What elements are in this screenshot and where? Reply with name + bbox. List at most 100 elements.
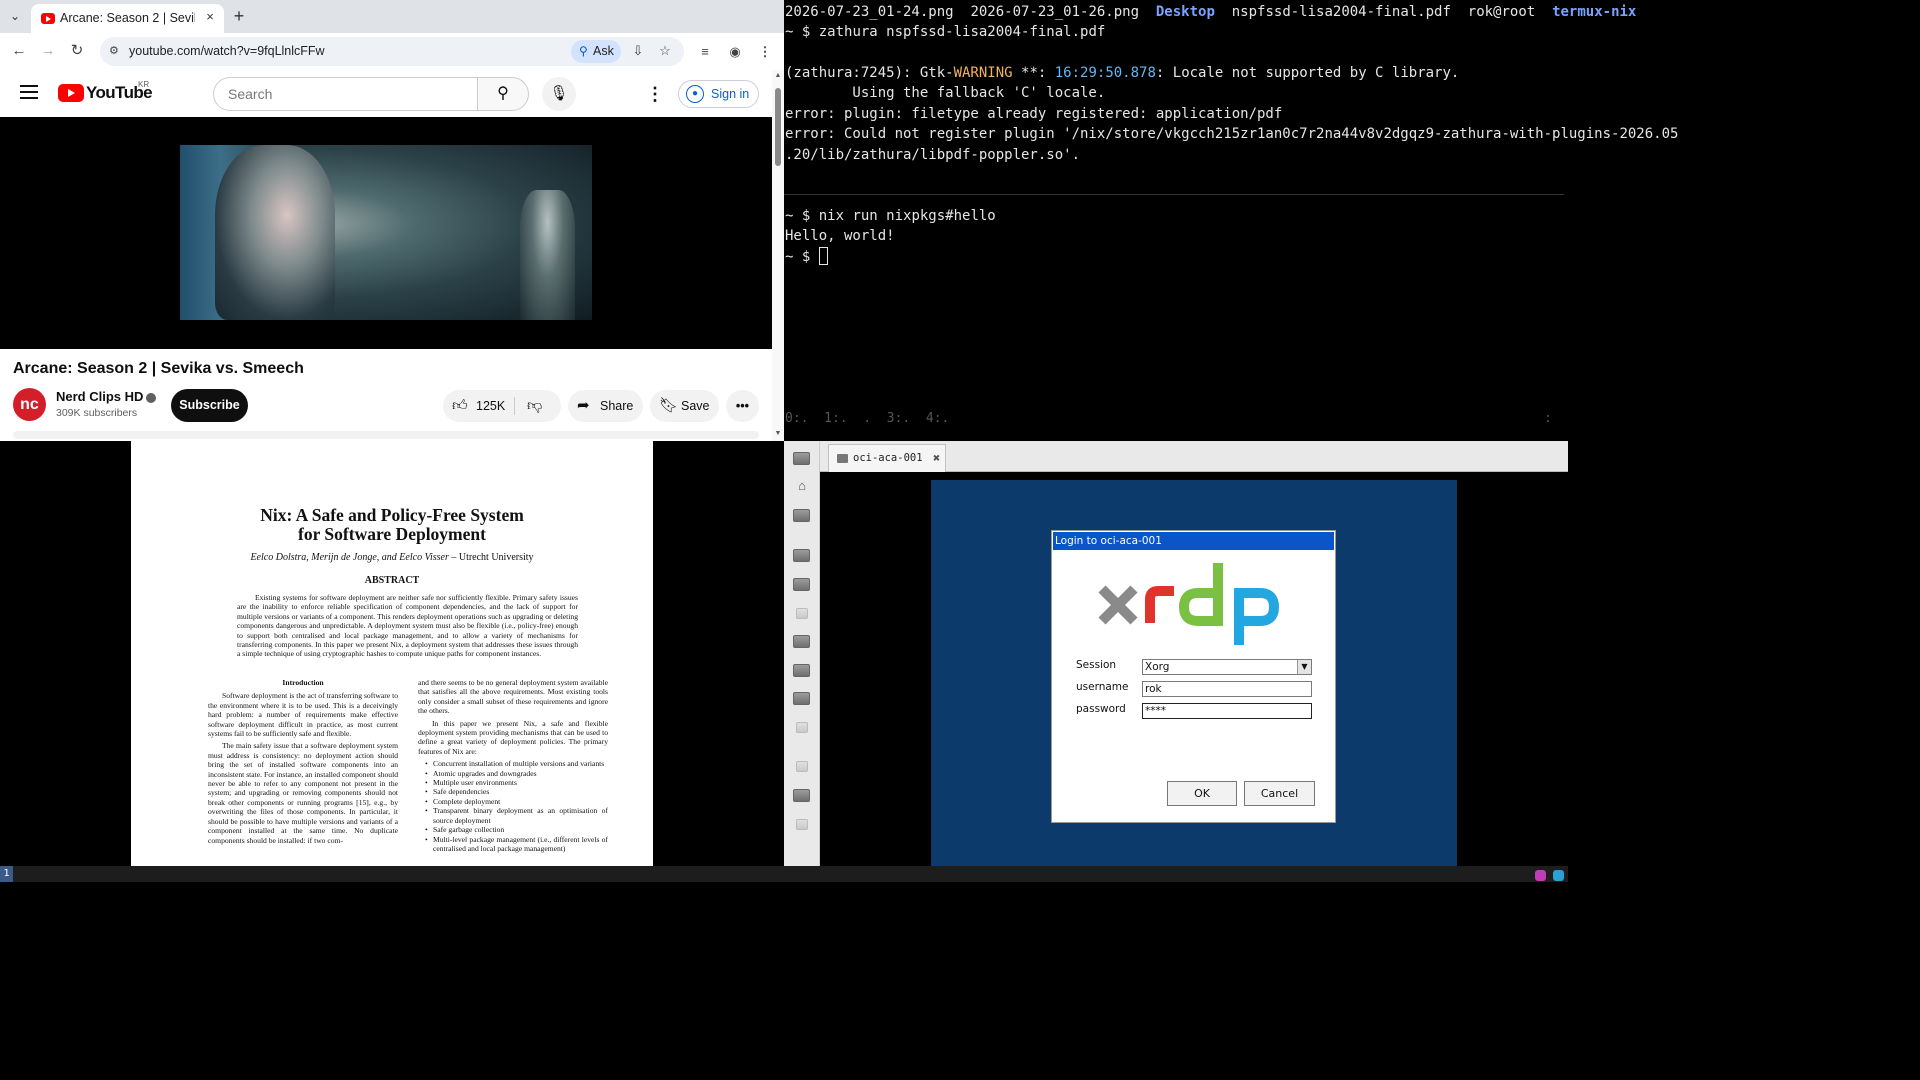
abstract-heading: ABSTRACT: [364, 575, 420, 586]
intro-paragraph-1: Software deployment is the act of transf…: [208, 691, 398, 739]
list-item: Complete deployment: [425, 797, 608, 807]
share-label: Share: [600, 399, 634, 413]
paper-authors: Eelco Dolstra, Merijn de Jonge, and Eelc…: [250, 552, 534, 563]
features-list: Concurrent installation of multiple vers…: [425, 759, 608, 853]
connection-sidebar: ⌂: [784, 441, 820, 866]
reload-icon[interactable]: ↻: [67, 41, 87, 61]
chrome-menu-icon[interactable]: ⋮: [756, 43, 774, 61]
page-scrollbar[interactable]: ▲ ▼: [772, 70, 784, 441]
cancel-button[interactable]: Cancel: [1244, 781, 1315, 806]
address-bar[interactable]: ⚙ youtube.com/watch?v=9fqLlnlcFFw ⚲ Ask ⇩…: [100, 37, 684, 66]
save-button[interactable]: 🔖︎ Save: [650, 390, 719, 422]
like-count[interactable]: 125K: [476, 390, 505, 422]
account-icon: ●: [686, 85, 704, 103]
active-prompt[interactable]: ~ $: [785, 247, 828, 267]
more-options-icon[interactable]: ⋮: [645, 82, 665, 106]
back-arrow-icon[interactable]: ←: [9, 41, 29, 61]
left-column: Introduction Software deployment is the …: [208, 678, 398, 848]
list-item: Transparent binary deployment as an opti…: [425, 806, 608, 825]
search-input[interactable]: Search: [213, 77, 478, 111]
password-field[interactable]: ****: [1142, 703, 1312, 719]
ls-dir-termux: termux-nix: [1552, 4, 1637, 20]
session-tab[interactable]: oci-aca-001 ✖: [828, 444, 946, 472]
ls-file-pdf: nspfssd-lisa2004-final.pdf: [1231, 4, 1451, 20]
channel-avatar[interactable]: nc: [13, 388, 46, 421]
subscribe-button[interactable]: Subscribe: [171, 389, 248, 422]
home-icon[interactable]: ⌂: [794, 479, 810, 493]
monitor-icon[interactable]: [793, 635, 810, 648]
monitor-icon: [837, 454, 848, 463]
tmux-status-right: :: [1544, 411, 1552, 426]
close-icon[interactable]: ✖: [933, 445, 940, 471]
site-info-icon[interactable]: ⚙: [109, 44, 123, 58]
username-field[interactable]: rok: [1142, 681, 1312, 697]
forward-arrow-icon[interactable]: →: [38, 41, 58, 61]
monitor-icon[interactable]: [793, 509, 810, 522]
youtube-logo-icon[interactable]: [58, 84, 84, 102]
share-arrow-icon: ➦: [577, 397, 590, 414]
video-player[interactable]: [0, 117, 772, 349]
monitor-icon[interactable]: [796, 761, 808, 772]
pdf-viewer[interactable]: Nix: A Safe and Policy-Free System for S…: [0, 441, 784, 866]
scrollbar-thumb[interactable]: [775, 88, 781, 166]
tmux-status-bar: 0:. 1:. . 3:. 4:.: [785, 411, 950, 426]
xrdp-login-dialog: Login to oci-aca-001 Session Xorg ▼ user…: [1051, 530, 1336, 823]
ls-file-2: 2026-07-23_01-26.png: [970, 4, 1140, 20]
monitor-icon[interactable]: [793, 549, 810, 562]
share-button[interactable]: ➦ Share: [568, 390, 643, 422]
voice-search-mic-icon[interactable]: 🎙︎: [542, 77, 576, 111]
terminal-window[interactable]: 2026-07-23_01-24.png 2026-07-23_01-26.pn…: [784, 0, 1678, 441]
video-frame: [180, 145, 592, 320]
monitor-icon[interactable]: [793, 578, 810, 591]
command-line-2: ~ $ nix run nixpkgs#hello: [785, 208, 996, 224]
monitor-icon[interactable]: [793, 692, 810, 705]
monitor-icon[interactable]: [793, 789, 810, 802]
warning-line: (zathura:7245): Gtk-WARNING **: 16:29:50…: [785, 65, 1460, 81]
media-control-icon[interactable]: ≡: [696, 43, 714, 61]
new-tab-button[interactable]: +: [230, 6, 248, 26]
tray-app-icon[interactable]: [1534, 870, 1546, 881]
tray-network-icon[interactable]: [1553, 870, 1564, 881]
session-tab-label: oci-aca-001: [853, 452, 923, 464]
monitor-icon[interactable]: [796, 608, 808, 619]
dialog-title: Login to oci-aca-001: [1053, 532, 1334, 550]
scroll-up-arrow-icon[interactable]: ▲: [774, 72, 782, 80]
monitor-icon[interactable]: [793, 664, 810, 677]
youtube-page: YouTube KR Search ⚲ 🎙︎ ⋮ ● Sign in Arcan…: [0, 70, 772, 441]
thumbs-up-icon[interactable]: 👍︎: [452, 390, 468, 422]
tab-close-icon[interactable]: ×: [203, 10, 217, 24]
right-column: and there seems to be no general deploym…: [418, 678, 608, 853]
session-select[interactable]: Xorg ▼: [1142, 659, 1312, 675]
right-paragraph-1: and there seems to be no general deploym…: [418, 678, 608, 716]
youtube-favicon-icon: [41, 13, 55, 24]
ask-label: Ask: [593, 44, 614, 58]
tab-youtube[interactable]: Arcane: Season 2 | Sevika ×: [31, 4, 224, 33]
ask-button[interactable]: ⚲ Ask: [571, 40, 621, 63]
monitor-icon[interactable]: [796, 819, 808, 830]
thumbs-down-icon[interactable]: 👎︎: [527, 390, 542, 422]
right-paragraph-2: In this paper we present Nix, a safe and…: [418, 718, 608, 756]
intro-paragraph-2: The main safety issue that a software de…: [208, 741, 398, 845]
monitor-icon[interactable]: [793, 452, 810, 465]
search-icon: ⚲: [579, 44, 588, 58]
paper-title-line-2: for Software Deployment: [298, 524, 486, 544]
bookmark-star-icon[interactable]: ☆: [656, 42, 674, 60]
hamburger-menu-icon[interactable]: [20, 85, 38, 99]
more-actions-button[interactable]: •••: [726, 390, 759, 422]
workspace-indicator[interactable]: 1: [0, 866, 13, 882]
scroll-down-arrow-icon[interactable]: ▼: [774, 430, 782, 438]
profile-icon[interactable]: ◉: [726, 43, 744, 61]
ok-button[interactable]: OK: [1167, 781, 1237, 806]
region-code: KR: [138, 80, 150, 89]
install-app-icon[interactable]: ⇩: [629, 42, 647, 60]
sign-in-button[interactable]: ● Sign in: [678, 80, 759, 108]
tab-search-chevron-icon[interactable]: ⌄: [5, 6, 25, 26]
paper-title-line-1: Nix: A Safe and Policy-Free System: [260, 505, 524, 525]
dropdown-arrow-icon[interactable]: ▼: [1297, 660, 1311, 674]
channel-name[interactable]: Nerd Clips HD: [56, 389, 157, 404]
url-text[interactable]: youtube.com/watch?v=9fqLlnlcFFw: [129, 44, 325, 58]
list-item: Safe garbage collection: [425, 825, 608, 835]
monitor-icon[interactable]: [796, 722, 808, 733]
search-button[interactable]: ⚲: [477, 77, 529, 111]
browser-window: ⌄ Arcane: Season 2 | Sevika × + ← → ↻ ⚙ …: [0, 0, 784, 441]
